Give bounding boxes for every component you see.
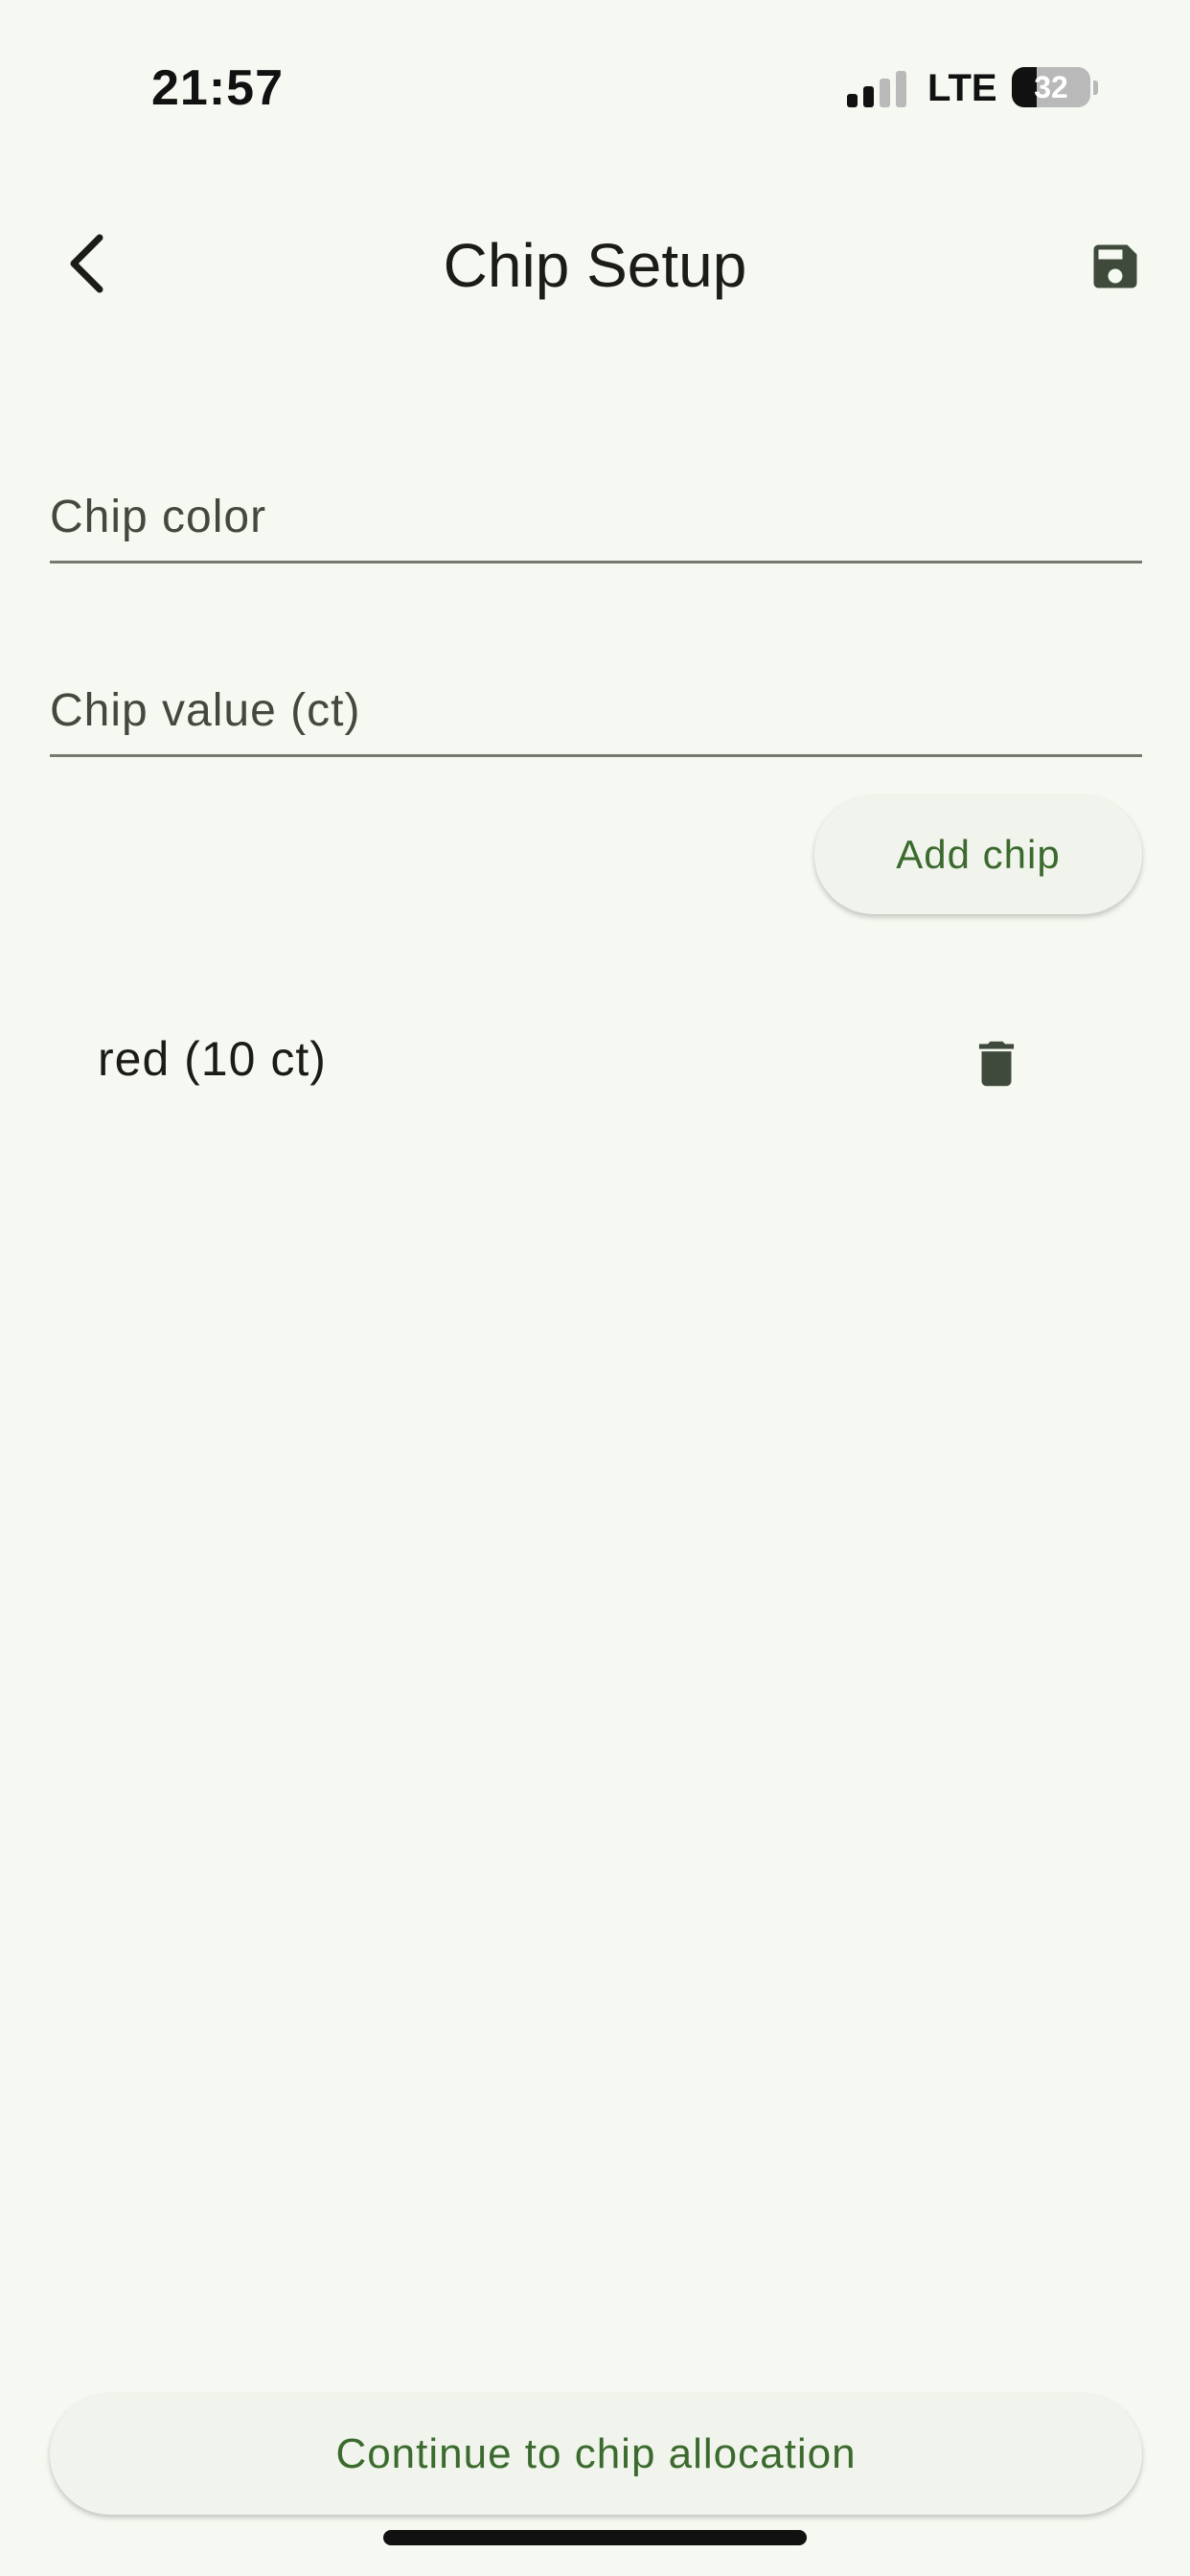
signal-bar: [863, 86, 874, 107]
network-type: LTE: [927, 67, 997, 109]
save-button[interactable]: [1077, 228, 1154, 305]
chip-list: red (10 ct): [0, 997, 1190, 1127]
chip-color-input[interactable]: [50, 439, 1142, 561]
status-time: 21:57: [151, 60, 284, 116]
delete-chip-button[interactable]: [958, 1025, 1035, 1102]
chip-value-field[interactable]: [50, 632, 1142, 757]
signal-bar: [896, 71, 906, 107]
chip-label: red (10 ct): [98, 1032, 327, 1086]
battery-percent: 32: [1034, 70, 1068, 104]
list-item: red (10 ct): [0, 997, 1190, 1127]
chip-value-input[interactable]: [50, 632, 1142, 754]
battery-tip: [1093, 80, 1098, 95]
continue-button[interactable]: Continue to chip allocation: [50, 2394, 1142, 2515]
home-indicator[interactable]: [383, 2530, 807, 2545]
chip-color-field[interactable]: [50, 439, 1142, 564]
app-bar: Chip Setup: [0, 192, 1190, 335]
add-chip-button[interactable]: Add chip: [814, 795, 1142, 914]
status-bar: 21:57 LTE 32: [0, 0, 1190, 172]
page-title: Chip Setup: [443, 231, 747, 300]
floppy-disk-icon: [1093, 244, 1137, 288]
cellular-signal-icon: [847, 71, 906, 107]
battery-icon: 32: [1012, 67, 1090, 107]
trash-icon: [978, 1041, 1015, 1087]
chip-setup-screen: 21:57 LTE 32 Chip Setup Chip color Chip …: [0, 0, 1190, 2576]
signal-bar: [880, 79, 890, 107]
signal-bar: [847, 94, 858, 107]
